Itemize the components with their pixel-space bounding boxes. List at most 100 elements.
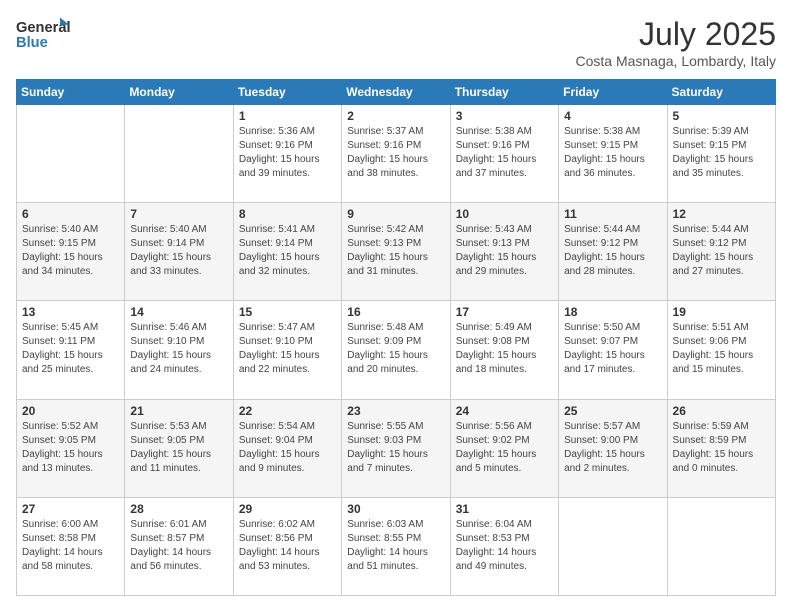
calendar-cell: 9 Sunrise: 5:42 AM Sunset: 9:13 PM Daylig… [342, 203, 450, 301]
day-number: 9 [347, 207, 444, 221]
day-info: Sunrise: 5:42 AM Sunset: 9:13 PM Dayligh… [347, 223, 444, 279]
calendar-header-row: SundayMondayTuesdayWednesdayThursdayFrid… [17, 80, 776, 105]
day-number: 29 [239, 502, 336, 516]
day-info: Sunrise: 5:51 AM Sunset: 9:06 PM Dayligh… [673, 321, 770, 377]
logo-icon: GeneralBlue [16, 16, 71, 52]
day-info: Sunrise: 5:38 AM Sunset: 9:16 PM Dayligh… [456, 125, 553, 181]
calendar-cell: 20 Sunrise: 5:52 AM Sunset: 9:05 PM Dayli… [17, 399, 125, 497]
calendar-cell: 11 Sunrise: 5:44 AM Sunset: 9:12 PM Dayli… [559, 203, 667, 301]
svg-text:Blue: Blue [16, 35, 48, 51]
day-number: 5 [673, 109, 770, 123]
calendar-cell: 30Sunrise: 6:03 AM Sunset: 8:55 PM Dayli… [342, 497, 450, 595]
day-info: Sunrise: 5:52 AM Sunset: 9:05 PM Dayligh… [22, 420, 119, 476]
day-number: 28 [130, 502, 227, 516]
col-header-saturday: Saturday [667, 80, 775, 105]
calendar-cell: 26 Sunrise: 5:59 AM Sunset: 8:59 PM Dayli… [667, 399, 775, 497]
calendar-cell: 18 Sunrise: 5:50 AM Sunset: 9:07 PM Dayli… [559, 301, 667, 399]
day-number: 4 [564, 109, 661, 123]
day-info: Sunrise: 5:40 AM Sunset: 9:15 PM Dayligh… [22, 223, 119, 279]
calendar-cell: 12Sunrise: 5:44 AM Sunset: 9:12 PM Dayli… [667, 203, 775, 301]
day-number: 6 [22, 207, 119, 221]
day-info: Sunrise: 6:02 AM Sunset: 8:56 PM Dayligh… [239, 518, 336, 574]
day-number: 19 [673, 305, 770, 319]
calendar-cell: 31 Sunrise: 6:04 AM Sunset: 8:53 PM Dayli… [450, 497, 558, 595]
day-number: 11 [564, 207, 661, 221]
day-number: 10 [456, 207, 553, 221]
calendar-cell: 8 Sunrise: 5:41 AM Sunset: 9:14 PM Daylig… [233, 203, 341, 301]
day-number: 15 [239, 305, 336, 319]
day-info: Sunrise: 6:04 AM Sunset: 8:53 PM Dayligh… [456, 518, 553, 574]
week-row-5: 27 Sunrise: 6:00 AM Sunset: 8:58 PM Dayli… [17, 497, 776, 595]
calendar-cell: 5 Sunrise: 5:39 AM Sunset: 9:15 PM Daylig… [667, 105, 775, 203]
day-number: 25 [564, 404, 661, 418]
calendar-cell: 6 Sunrise: 5:40 AM Sunset: 9:15 PM Daylig… [17, 203, 125, 301]
calendar-cell: 28 Sunrise: 6:01 AM Sunset: 8:57 PM Dayli… [125, 497, 233, 595]
week-row-1: 1Sunrise: 5:36 AM Sunset: 9:16 PM Daylig… [17, 105, 776, 203]
calendar-cell [559, 497, 667, 595]
col-header-thursday: Thursday [450, 80, 558, 105]
col-header-wednesday: Wednesday [342, 80, 450, 105]
day-info: Sunrise: 6:01 AM Sunset: 8:57 PM Dayligh… [130, 518, 227, 574]
day-info: Sunrise: 5:40 AM Sunset: 9:14 PM Dayligh… [130, 223, 227, 279]
calendar-cell: 16 Sunrise: 5:48 AM Sunset: 9:09 PM Dayli… [342, 301, 450, 399]
calendar-cell: 29 Sunrise: 6:02 AM Sunset: 8:56 PM Dayli… [233, 497, 341, 595]
main-title: July 2025 [575, 16, 776, 53]
calendar-cell: 25 Sunrise: 5:57 AM Sunset: 9:00 PM Dayli… [559, 399, 667, 497]
day-info: Sunrise: 5:39 AM Sunset: 9:15 PM Dayligh… [673, 125, 770, 181]
day-number: 16 [347, 305, 444, 319]
day-info: Sunrise: 5:53 AM Sunset: 9:05 PM Dayligh… [130, 420, 227, 476]
calendar-cell: 7Sunrise: 5:40 AM Sunset: 9:14 PM Daylig… [125, 203, 233, 301]
day-info: Sunrise: 5:49 AM Sunset: 9:08 PM Dayligh… [456, 321, 553, 377]
day-number: 21 [130, 404, 227, 418]
day-info: Sunrise: 5:37 AM Sunset: 9:16 PM Dayligh… [347, 125, 444, 181]
calendar-cell [17, 105, 125, 203]
day-info: Sunrise: 6:03 AM Sunset: 8:55 PM Dayligh… [347, 518, 444, 574]
day-number: 12 [673, 207, 770, 221]
day-info: Sunrise: 5:43 AM Sunset: 9:13 PM Dayligh… [456, 223, 553, 279]
sub-title: Costa Masnaga, Lombardy, Italy [575, 53, 776, 69]
col-header-monday: Monday [125, 80, 233, 105]
day-info: Sunrise: 5:47 AM Sunset: 9:10 PM Dayligh… [239, 321, 336, 377]
calendar-cell: 13 Sunrise: 5:45 AM Sunset: 9:11 PM Dayli… [17, 301, 125, 399]
calendar-cell [125, 105, 233, 203]
day-info: Sunrise: 5:48 AM Sunset: 9:09 PM Dayligh… [347, 321, 444, 377]
col-header-sunday: Sunday [17, 80, 125, 105]
day-info: Sunrise: 5:50 AM Sunset: 9:07 PM Dayligh… [564, 321, 661, 377]
day-info: Sunrise: 5:57 AM Sunset: 9:00 PM Dayligh… [564, 420, 661, 476]
day-info: Sunrise: 5:54 AM Sunset: 9:04 PM Dayligh… [239, 420, 336, 476]
day-info: Sunrise: 5:41 AM Sunset: 9:14 PM Dayligh… [239, 223, 336, 279]
week-row-2: 6 Sunrise: 5:40 AM Sunset: 9:15 PM Daylig… [17, 203, 776, 301]
day-info: Sunrise: 5:44 AM Sunset: 9:12 PM Dayligh… [564, 223, 661, 279]
calendar-cell: 19 Sunrise: 5:51 AM Sunset: 9:06 PM Dayli… [667, 301, 775, 399]
calendar-cell: 2Sunrise: 5:37 AM Sunset: 9:16 PM Daylig… [342, 105, 450, 203]
day-info: Sunrise: 5:56 AM Sunset: 9:02 PM Dayligh… [456, 420, 553, 476]
day-number: 13 [22, 305, 119, 319]
calendar-cell: 21 Sunrise: 5:53 AM Sunset: 9:05 PM Dayli… [125, 399, 233, 497]
calendar-cell: 24 Sunrise: 5:56 AM Sunset: 9:02 PM Dayli… [450, 399, 558, 497]
day-number: 26 [673, 404, 770, 418]
day-number: 23 [347, 404, 444, 418]
day-info: Sunrise: 5:45 AM Sunset: 9:11 PM Dayligh… [22, 321, 119, 377]
day-number: 8 [239, 207, 336, 221]
day-number: 24 [456, 404, 553, 418]
day-number: 14 [130, 305, 227, 319]
logo: GeneralBlue [16, 16, 71, 52]
calendar-cell: 4 Sunrise: 5:38 AM Sunset: 9:15 PM Daylig… [559, 105, 667, 203]
day-info: Sunrise: 5:36 AM Sunset: 9:16 PM Dayligh… [239, 125, 336, 181]
day-info: Sunrise: 6:00 AM Sunset: 8:58 PM Dayligh… [22, 518, 119, 574]
day-info: Sunrise: 5:55 AM Sunset: 9:03 PM Dayligh… [347, 420, 444, 476]
week-row-3: 13 Sunrise: 5:45 AM Sunset: 9:11 PM Dayli… [17, 301, 776, 399]
day-info: Sunrise: 5:59 AM Sunset: 8:59 PM Dayligh… [673, 420, 770, 476]
calendar-cell [667, 497, 775, 595]
col-header-tuesday: Tuesday [233, 80, 341, 105]
calendar-cell: 14Sunrise: 5:46 AM Sunset: 9:10 PM Dayli… [125, 301, 233, 399]
day-number: 31 [456, 502, 553, 516]
day-number: 18 [564, 305, 661, 319]
day-number: 27 [22, 502, 119, 516]
calendar-cell: 10 Sunrise: 5:43 AM Sunset: 9:13 PM Dayli… [450, 203, 558, 301]
day-number: 22 [239, 404, 336, 418]
title-block: July 2025 Costa Masnaga, Lombardy, Italy [575, 16, 776, 69]
day-number: 20 [22, 404, 119, 418]
day-info: Sunrise: 5:38 AM Sunset: 9:15 PM Dayligh… [564, 125, 661, 181]
day-number: 3 [456, 109, 553, 123]
